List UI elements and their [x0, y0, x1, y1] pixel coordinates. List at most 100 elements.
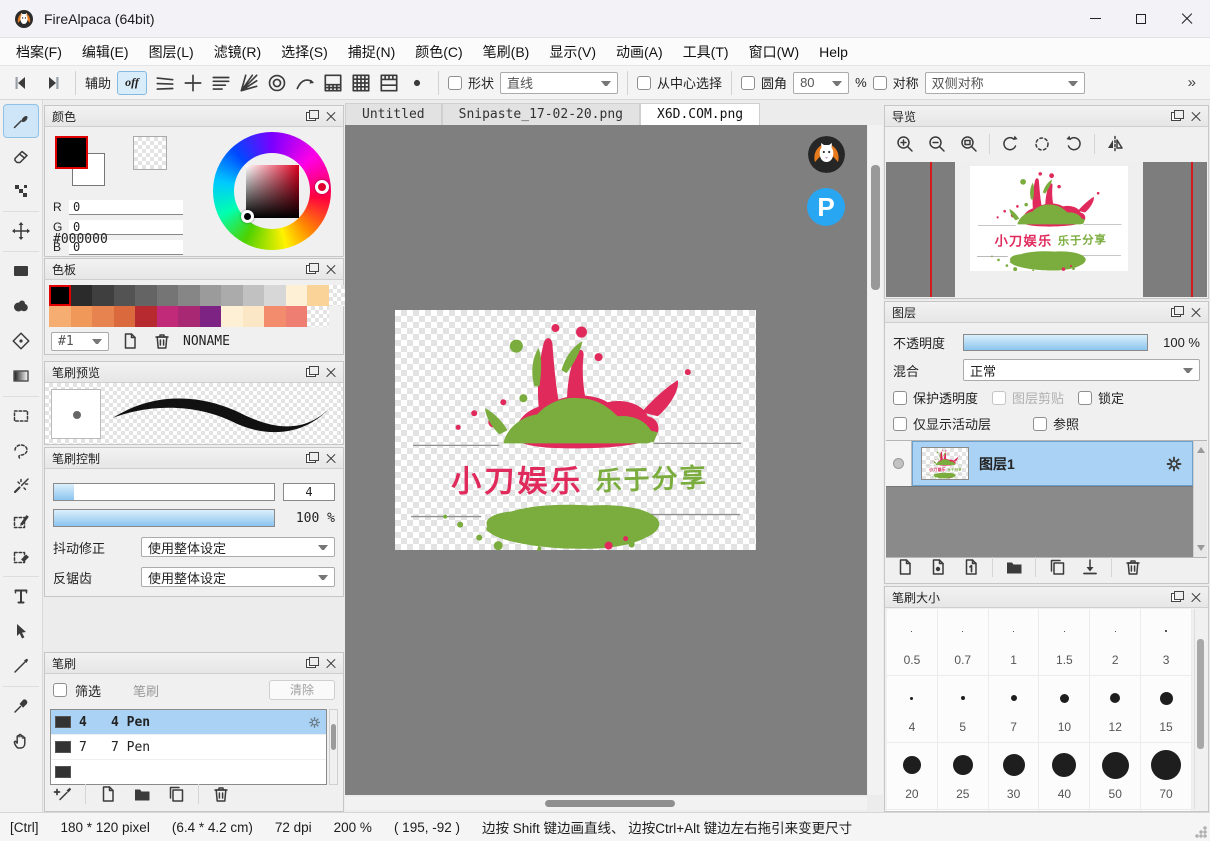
brush-size-cell[interactable]: 70 — [1141, 743, 1192, 809]
brush-size-slider[interactable] — [53, 483, 275, 501]
palette-swatch[interactable] — [49, 306, 71, 327]
float-panel-icon[interactable] — [306, 368, 316, 377]
palette-swatch[interactable] — [71, 285, 93, 306]
checkbox[interactable] — [1033, 417, 1047, 431]
menu-item-Help[interactable]: Help — [809, 41, 858, 63]
brush-tool-open-folder[interactable] — [130, 782, 154, 806]
canvas-horizontal-scrollbar[interactable] — [345, 797, 867, 810]
new-palette-icon[interactable] — [119, 331, 141, 351]
brush-tool-trash[interactable] — [209, 782, 233, 806]
minimize-button[interactable] — [1072, 0, 1118, 38]
layer-tool-trash[interactable] — [1121, 555, 1145, 579]
brush-size-cell[interactable]: 10 — [1039, 676, 1090, 742]
assist-vanishing-dot[interactable] — [405, 71, 429, 95]
tool-blob[interactable] — [3, 289, 39, 323]
float-panel-icon[interactable] — [1171, 308, 1181, 317]
tab-Snipaste_17-02-20.png[interactable]: Snipaste_17-02-20.png — [442, 103, 640, 125]
layer-tool-duplicate[interactable] — [1045, 555, 1069, 579]
hue-knob[interactable] — [315, 180, 329, 194]
tool-eraser[interactable] — [3, 139, 39, 173]
palette-swatch[interactable] — [178, 306, 200, 327]
brush-size-cell[interactable]: 20 — [887, 743, 938, 809]
checkbox[interactable] — [992, 391, 1006, 405]
tool-fill-rect[interactable] — [3, 251, 39, 288]
brush-size-cell[interactable] — [1039, 810, 1090, 811]
alpaca-avatar-icon[interactable] — [808, 136, 845, 173]
tab-Untitled[interactable]: Untitled — [345, 103, 442, 125]
tool-brush[interactable] — [3, 104, 39, 138]
canvas-vertical-scrollbar[interactable] — [868, 125, 883, 795]
scroll-up-icon[interactable] — [1197, 447, 1205, 453]
brush-control-select[interactable]: 使用整体设定 — [141, 567, 335, 587]
brush-size-cell[interactable]: 2 — [1090, 609, 1141, 675]
layer-opacity-slider[interactable] — [963, 334, 1148, 351]
nav-flip-horizontal[interactable] — [1103, 132, 1127, 156]
palette-swatch[interactable] — [243, 306, 265, 327]
palette-swatch[interactable] — [178, 285, 200, 306]
checkbox[interactable] — [893, 417, 907, 431]
close-panel-icon[interactable] — [326, 264, 336, 274]
maximize-button[interactable] — [1118, 0, 1164, 38]
close-panel-icon[interactable] — [326, 367, 336, 377]
brush-size-cell[interactable]: 0.5 — [887, 609, 938, 675]
canvas-image[interactable] — [395, 310, 756, 550]
assist-grid-bottom[interactable] — [321, 71, 345, 95]
palette-swatch[interactable] — [114, 285, 136, 306]
menu-item-显示(V)[interactable]: 显示(V) — [539, 39, 606, 65]
brush-size-cell[interactable]: 7 — [989, 676, 1040, 742]
layer-tool-new-1bit-layer[interactable] — [959, 555, 983, 579]
saturation-square[interactable] — [246, 165, 299, 218]
brush-size-cell[interactable]: 5 — [938, 676, 989, 742]
brush-size-cell[interactable] — [887, 810, 938, 811]
brush-size-cell[interactable]: 3 — [1141, 609, 1192, 675]
close-panel-icon[interactable] — [1191, 111, 1201, 121]
toolbar-overflow-button[interactable]: » — [1188, 74, 1202, 91]
assist-grid[interactable] — [349, 71, 373, 95]
brush-size-cell[interactable]: 50 — [1090, 743, 1141, 809]
palette-swatch[interactable] — [135, 285, 157, 306]
palette-swatch[interactable] — [157, 285, 179, 306]
tool-select-pen[interactable] — [3, 504, 39, 538]
brush-size-cell[interactable]: 12 — [1090, 676, 1141, 742]
tool-line-pen[interactable] — [3, 649, 39, 683]
nav-rotate-reset[interactable] — [1030, 132, 1054, 156]
brush-size-cell[interactable] — [1090, 810, 1141, 811]
checkbox[interactable] — [893, 391, 907, 405]
palette-swatch[interactable] — [92, 285, 114, 306]
nav-zoom-fit[interactable] — [957, 132, 981, 156]
brush-list-item[interactable]: 44 Pen — [51, 710, 326, 735]
canvas-workspace[interactable]: P — [345, 125, 867, 795]
brush-opacity-slider[interactable] — [53, 509, 275, 527]
shape-select[interactable]: 直线 — [500, 72, 618, 94]
close-button[interactable] — [1164, 0, 1210, 38]
tool-select-rect[interactable] — [3, 396, 39, 433]
nav-rotate-cw[interactable] — [1062, 132, 1086, 156]
palette-swatch[interactable] — [200, 306, 222, 327]
float-panel-icon[interactable] — [306, 454, 316, 463]
close-panel-icon[interactable] — [326, 453, 336, 463]
palette-swatch[interactable] — [286, 285, 308, 306]
palette-swatch[interactable] — [264, 285, 286, 306]
float-panel-icon[interactable] — [1171, 593, 1181, 602]
tool-move[interactable] — [3, 211, 39, 248]
palette-swatch[interactable] — [286, 306, 308, 327]
menu-item-动画(A)[interactable]: 动画(A) — [606, 39, 673, 65]
brush-size-cell[interactable] — [938, 810, 989, 811]
palette-swatch[interactable] — [157, 306, 179, 327]
tool-text[interactable] — [3, 576, 39, 613]
layer-row[interactable]: 图层1 — [886, 441, 1193, 487]
nav-zoom-out[interactable] — [925, 132, 949, 156]
tool-select-eraser[interactable] — [3, 539, 39, 573]
assist-parallel-lines[interactable] — [153, 71, 177, 95]
tool-pointer[interactable] — [3, 614, 39, 648]
palette-swatch[interactable] — [221, 306, 243, 327]
layer-tool-new-page[interactable] — [893, 555, 917, 579]
assist-horizontal-lines[interactable] — [209, 71, 233, 95]
brush-size-cell[interactable]: 1 — [989, 609, 1040, 675]
layer-tool-new-8bit-layer[interactable] — [926, 555, 950, 579]
brush-list-item[interactable]: 77 Pen — [51, 735, 326, 760]
menu-item-窗口(W)[interactable]: 窗口(W) — [739, 39, 810, 65]
palette-swatch-transparent[interactable] — [307, 306, 329, 327]
menu-item-滤镜(R)[interactable]: 滤镜(R) — [204, 39, 271, 65]
tool-magic-wand[interactable] — [3, 469, 39, 503]
